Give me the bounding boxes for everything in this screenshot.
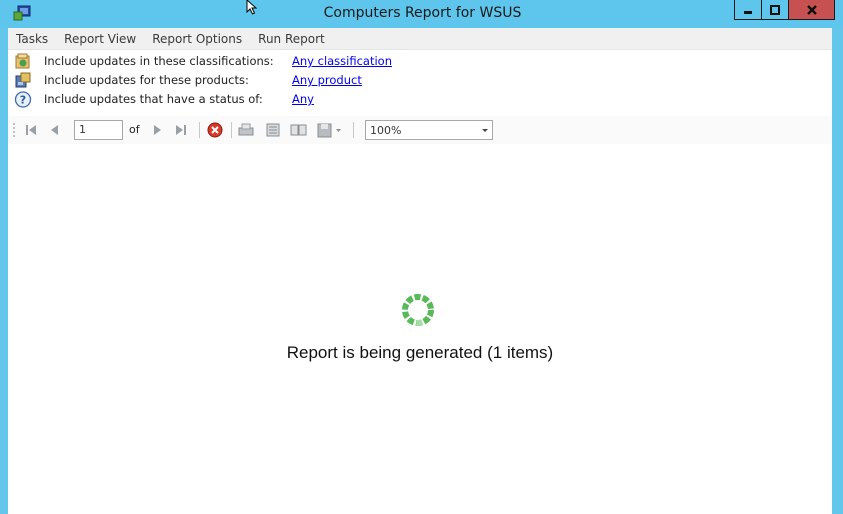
any-product-link[interactable]: Any product <box>292 73 362 87</box>
svg-text:?: ? <box>20 94 26 107</box>
previous-page-icon[interactable] <box>48 116 62 144</box>
menu-report-options[interactable]: Report Options <box>144 32 250 46</box>
zoom-dropdown[interactable]: 100% <box>365 120 493 140</box>
filter-panel: Include updates in these classifications… <box>8 52 832 109</box>
report-window: Computers Report for WSUS Tasks Report V… <box>0 0 843 514</box>
maximize-icon <box>770 4 780 15</box>
toolbar-separator <box>199 122 200 138</box>
filter-label-products: Include updates for these products: <box>44 73 249 87</box>
filter-row-products: Include updates for these products: Any … <box>8 71 832 90</box>
menu-tasks[interactable]: Tasks <box>8 32 56 46</box>
zoom-value: 100% <box>370 124 402 137</box>
report-viewer: Report is being generated (1 items) <box>8 146 832 514</box>
window-title: Computers Report for WSUS <box>323 5 522 21</box>
client-area: Tasks Report View Report Options Run Rep… <box>8 28 832 514</box>
window-border <box>832 28 843 514</box>
maximize-button[interactable] <box>762 0 789 20</box>
filter-row-classifications: Include updates in these classifications… <box>8 52 832 71</box>
stop-icon[interactable] <box>206 116 224 144</box>
print-layout-icon[interactable] <box>264 116 282 144</box>
mouse-cursor-icon <box>246 0 258 15</box>
last-page-icon[interactable] <box>173 116 189 144</box>
toolbar-grip-icon <box>13 123 15 137</box>
products-icon <box>15 72 31 88</box>
any-status-link[interactable]: Any <box>292 92 314 106</box>
help-icon: ? <box>14 91 32 108</box>
toolbar-separator <box>353 122 354 138</box>
page-number-input[interactable]: 1 <box>74 120 123 140</box>
menu-run-report[interactable]: Run Report <box>250 32 333 46</box>
report-toolbar: 1 of 100% <box>8 116 832 144</box>
close-button[interactable] <box>789 0 835 20</box>
filter-label-status: Include updates that have a status of: <box>44 92 263 106</box>
export-save-icon[interactable] <box>316 116 344 144</box>
title-bar[interactable]: Computers Report for WSUS <box>0 0 843 28</box>
minimize-icon <box>744 10 752 14</box>
first-page-icon[interactable] <box>23 116 39 144</box>
print-icon[interactable] <box>237 116 255 144</box>
loading-spinner-icon <box>402 294 434 326</box>
next-page-icon[interactable] <box>150 116 164 144</box>
classification-icon <box>15 53 30 69</box>
filter-label-classifications: Include updates in these classifications… <box>44 54 274 68</box>
toolbar-separator <box>231 122 232 138</box>
any-classification-link[interactable]: Any classification <box>292 54 392 68</box>
close-icon <box>806 4 817 15</box>
menu-bar: Tasks Report View Report Options Run Rep… <box>8 28 832 50</box>
menu-report-view[interactable]: Report View <box>56 32 144 46</box>
page-setup-icon[interactable] <box>289 116 309 144</box>
chevron-down-icon <box>482 129 488 132</box>
report-status-text: Report is being generated (1 items) <box>286 343 554 362</box>
window-controls <box>734 0 835 20</box>
page-of-label: of <box>129 123 140 136</box>
filter-row-status: ? Include updates that have a status of:… <box>8 90 832 109</box>
minimize-button[interactable] <box>734 0 762 20</box>
